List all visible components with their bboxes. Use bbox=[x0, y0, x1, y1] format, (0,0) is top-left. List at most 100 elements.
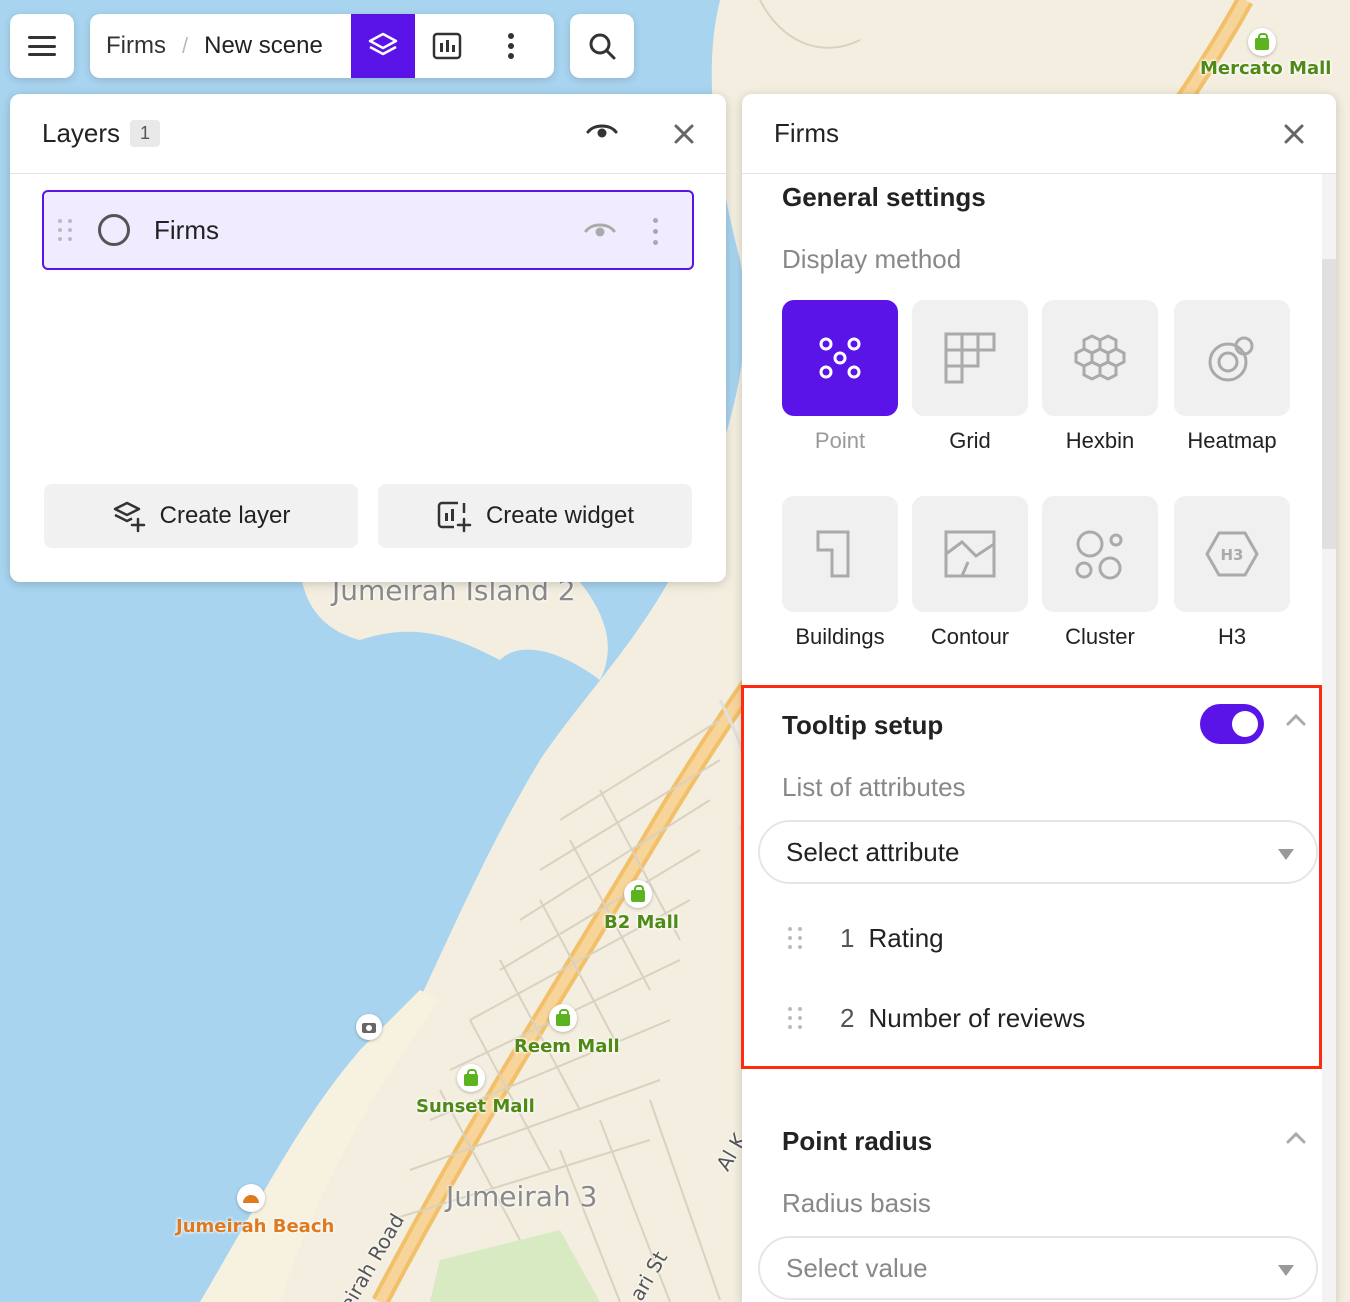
shopping-bag-icon[interactable] bbox=[1248, 28, 1276, 56]
method-label-buildings: Buildings bbox=[795, 624, 885, 649]
point-layer-icon bbox=[98, 214, 130, 246]
layers-panel: Layers 1 Firms Create layer Create widge… bbox=[10, 94, 726, 582]
layer-visibility-button[interactable] bbox=[584, 220, 616, 247]
attribute-name: Number of reviews bbox=[868, 1002, 1086, 1033]
close-settings-button[interactable] bbox=[1280, 120, 1308, 153]
main-menu-button[interactable] bbox=[10, 14, 74, 78]
points-icon bbox=[819, 337, 861, 379]
cluster-icon bbox=[1075, 530, 1123, 580]
search-button[interactable] bbox=[570, 14, 634, 78]
settings-scrollbar[interactable] bbox=[1322, 174, 1336, 1302]
method-label-point: Point bbox=[814, 428, 866, 453]
scene-toolbar: Firms / New scene bbox=[90, 14, 554, 78]
create-layer-label: Create layer bbox=[159, 502, 291, 529]
method-label-cluster: Cluster bbox=[1065, 624, 1135, 649]
method-label-h3: H3 bbox=[1217, 624, 1247, 649]
poi-label-b2: B2 Mall bbox=[604, 912, 679, 933]
h3-icon: H3 bbox=[1205, 531, 1259, 577]
eye-icon bbox=[584, 223, 616, 237]
tooltip-setup-heading: Tooltip setup bbox=[782, 710, 944, 740]
breadcrumb-current[interactable]: New scene bbox=[204, 32, 323, 60]
chevron-up-icon bbox=[1286, 713, 1306, 726]
buildings-icon bbox=[816, 530, 850, 578]
breadcrumb-separator: / bbox=[181, 33, 189, 58]
eye-icon bbox=[586, 124, 618, 138]
layer-more-icon[interactable] bbox=[653, 218, 658, 245]
select-attribute-placeholder: Select attribute bbox=[786, 836, 960, 867]
svg-text:H3: H3 bbox=[1221, 546, 1244, 564]
method-label-grid: Grid bbox=[949, 428, 991, 453]
method-label-hexbin: Hexbin bbox=[1065, 428, 1135, 453]
create-widget-label: Create widget bbox=[485, 502, 635, 529]
layers-panel-header: Layers 1 bbox=[10, 94, 726, 174]
hexbin-icon bbox=[1074, 334, 1126, 381]
attribute-name: Rating bbox=[868, 922, 944, 953]
display-method-label: Display method bbox=[782, 244, 962, 274]
drag-handle-icon[interactable] bbox=[788, 1007, 802, 1029]
layers-title: Layers bbox=[42, 118, 121, 148]
select-radius-value-dropdown[interactable]: Select value bbox=[758, 1236, 1318, 1300]
select-attribute-dropdown[interactable]: Select attribute bbox=[758, 820, 1318, 884]
chevron-down-icon bbox=[1278, 849, 1294, 860]
dashboard-button[interactable] bbox=[415, 14, 479, 78]
display-method-heatmap[interactable] bbox=[1174, 300, 1290, 416]
grid-icon bbox=[944, 332, 996, 384]
close-layers-button[interactable] bbox=[670, 120, 698, 153]
display-method-buildings[interactable] bbox=[782, 496, 898, 612]
drag-handle-icon[interactable] bbox=[58, 219, 72, 241]
display-method-contour[interactable] bbox=[912, 496, 1028, 612]
beach-icon[interactable] bbox=[237, 1184, 265, 1212]
settings-panel-title: Firms bbox=[774, 118, 839, 148]
display-method-grid[interactable] bbox=[912, 300, 1028, 416]
poi-label-mercato: Mercato Mall bbox=[1200, 58, 1332, 79]
display-method-point[interactable] bbox=[782, 300, 898, 416]
poi-label-reem: Reem Mall bbox=[514, 1036, 620, 1057]
close-icon bbox=[1284, 124, 1304, 144]
method-label-contour: Contour bbox=[930, 624, 1010, 649]
list-of-attributes-label: List of attributes bbox=[782, 772, 966, 802]
display-method-hexbin[interactable] bbox=[1042, 300, 1158, 416]
point-radius-heading: Point radius bbox=[782, 1126, 933, 1156]
search-icon bbox=[589, 33, 616, 60]
collapse-radius-button[interactable] bbox=[1284, 1130, 1308, 1151]
drag-handle-icon[interactable] bbox=[788, 927, 802, 949]
create-layer-button[interactable]: Create layer bbox=[44, 484, 358, 548]
display-method-h3[interactable]: H3 bbox=[1174, 496, 1290, 612]
layer-settings-panel: Firms General settings Display method Po… bbox=[742, 94, 1336, 1302]
select-value-placeholder: Select value bbox=[786, 1252, 928, 1283]
general-settings-heading: General settings bbox=[782, 182, 986, 212]
shopping-bag-icon[interactable] bbox=[457, 1064, 485, 1092]
attribute-item[interactable]: 2 Number of reviews bbox=[788, 996, 1288, 1040]
chevron-up-icon bbox=[1286, 1131, 1306, 1144]
layer-item-firms[interactable]: Firms bbox=[42, 190, 694, 270]
area-label-jumeirah3: Jumeirah 3 bbox=[446, 1180, 598, 1213]
layers-icon bbox=[368, 32, 398, 56]
attribute-index: 2 bbox=[840, 1002, 855, 1033]
shopping-bag-icon[interactable] bbox=[549, 1004, 577, 1032]
more-vertical-icon bbox=[507, 33, 514, 59]
layers-button[interactable] bbox=[350, 14, 415, 78]
scrollbar-thumb[interactable] bbox=[1322, 259, 1336, 549]
camera-icon[interactable] bbox=[356, 1014, 382, 1040]
chart-icon bbox=[432, 32, 462, 60]
radius-basis-label: Radius basis bbox=[782, 1188, 931, 1218]
toggle-all-visibility-button[interactable] bbox=[586, 120, 618, 149]
create-widget-button[interactable]: Create widget bbox=[378, 484, 692, 548]
contour-icon bbox=[944, 530, 996, 578]
close-icon bbox=[674, 124, 694, 144]
chevron-down-icon bbox=[1278, 1265, 1294, 1276]
breadcrumb-root[interactable]: Firms bbox=[90, 32, 166, 60]
attribute-item[interactable]: 1 Rating bbox=[788, 916, 1288, 960]
collapse-tooltip-button[interactable] bbox=[1284, 712, 1308, 733]
poi-label-beach: Jumeirah Beach bbox=[176, 1216, 335, 1237]
layers-count-badge: 1 bbox=[130, 120, 161, 147]
display-method-cluster[interactable] bbox=[1042, 496, 1158, 612]
shopping-bag-icon[interactable] bbox=[624, 880, 652, 908]
tooltip-enabled-toggle[interactable] bbox=[1200, 704, 1264, 744]
more-options-button[interactable] bbox=[479, 14, 543, 78]
add-layer-icon bbox=[113, 501, 145, 533]
layer-name: Firms bbox=[154, 214, 219, 245]
attribute-index: 1 bbox=[840, 922, 855, 953]
add-widget-icon bbox=[437, 501, 472, 533]
settings-panel-header: Firms bbox=[742, 94, 1336, 174]
